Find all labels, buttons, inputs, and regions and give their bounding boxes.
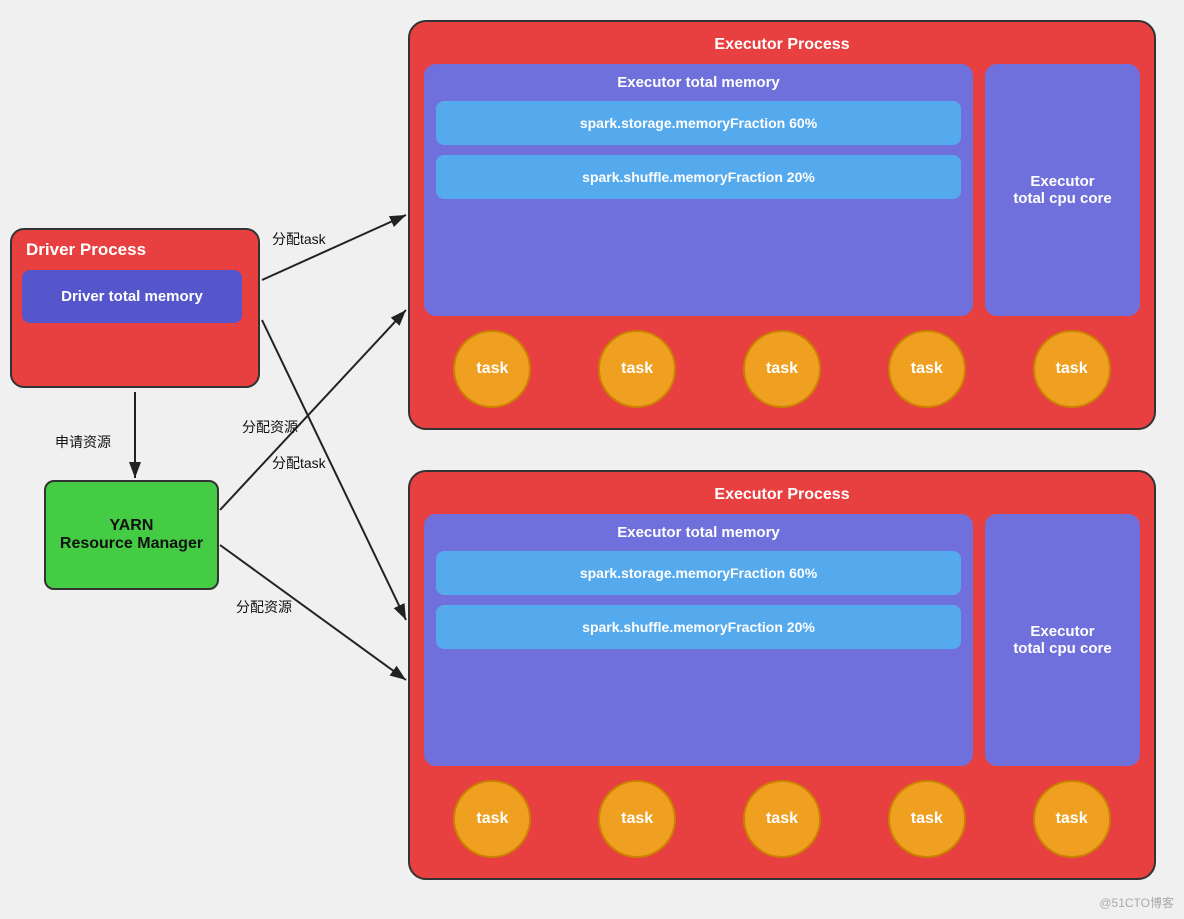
executor-process-top-label: Executor Process <box>424 36 1140 54</box>
svg-text:分配资源: 分配资源 <box>236 599 292 615</box>
svg-text:申请资源: 申请资源 <box>55 434 111 450</box>
executor-top-memory-label: Executor total memory <box>617 74 780 91</box>
svg-text:分配task: 分配task <box>272 231 327 247</box>
task-label: task <box>911 360 943 378</box>
task-label: task <box>1056 810 1088 828</box>
diagram-container: Driver Process Driver total memory YARNR… <box>0 0 1184 919</box>
executor-process-top: Executor Process Executor total memory s… <box>408 20 1156 430</box>
executor-process-bottom-label: Executor Process <box>424 486 1140 504</box>
executor-bottom-inner-row: Executor total memory spark.storage.memo… <box>424 514 1140 766</box>
executor-top-tasks-row: task task task task task <box>424 330 1140 408</box>
task-label: task <box>1056 360 1088 378</box>
executor-bottom-memory-label: Executor total memory <box>617 524 780 541</box>
task-label: task <box>911 810 943 828</box>
yarn-label: YARNResource Manager <box>60 517 203 553</box>
task-circle: task <box>1033 780 1111 858</box>
task-label: task <box>621 360 653 378</box>
task-label: task <box>766 810 798 828</box>
executor-top-shuffle-fraction: spark.shuffle.memoryFraction 20% <box>436 155 961 199</box>
task-label: task <box>476 810 508 828</box>
executor-bottom-storage-fraction: spark.storage.memoryFraction 60% <box>436 551 961 595</box>
yarn-resource-manager-box: YARNResource Manager <box>44 480 219 590</box>
task-circle: task <box>453 780 531 858</box>
task-label: task <box>621 810 653 828</box>
task-label: task <box>766 360 798 378</box>
task-circle: task <box>743 780 821 858</box>
executor-top-cpu-label: Executortotal cpu core <box>1013 173 1111 207</box>
executor-top-content: Executor total memory spark.storage.memo… <box>424 64 1140 408</box>
executor-bottom-memory-box: Executor total memory spark.storage.memo… <box>424 514 973 766</box>
watermark: @51CTO博客 <box>1099 894 1174 911</box>
executor-bottom-tasks-row: task task task task task <box>424 780 1140 858</box>
executor-process-bottom: Executor Process Executor total memory s… <box>408 470 1156 880</box>
executor-bottom-shuffle-fraction: spark.shuffle.memoryFraction 20% <box>436 605 961 649</box>
driver-process-box: Driver Process Driver total memory <box>10 228 260 388</box>
executor-top-inner-row: Executor total memory spark.storage.memo… <box>424 64 1140 316</box>
executor-bottom-cpu-label: Executortotal cpu core <box>1013 623 1111 657</box>
task-circle: task <box>1033 330 1111 408</box>
task-circle: task <box>598 780 676 858</box>
executor-top-storage-fraction: spark.storage.memoryFraction 60% <box>436 101 961 145</box>
task-circle: task <box>888 330 966 408</box>
task-circle: task <box>598 330 676 408</box>
executor-bottom-cpu-core: Executortotal cpu core <box>985 514 1140 766</box>
driver-process-title: Driver Process <box>26 240 146 260</box>
executor-top-cpu-core: Executortotal cpu core <box>985 64 1140 316</box>
task-circle: task <box>453 330 531 408</box>
task-label: task <box>476 360 508 378</box>
executor-top-memory-box: Executor total memory spark.storage.memo… <box>424 64 973 316</box>
task-circle: task <box>743 330 821 408</box>
driver-total-memory-box: Driver total memory <box>22 270 242 323</box>
task-circle: task <box>888 780 966 858</box>
svg-text:分配资源: 分配资源 <box>242 419 298 435</box>
svg-text:分配task: 分配task <box>272 455 327 471</box>
executor-bottom-content: Executor total memory spark.storage.memo… <box>424 514 1140 858</box>
